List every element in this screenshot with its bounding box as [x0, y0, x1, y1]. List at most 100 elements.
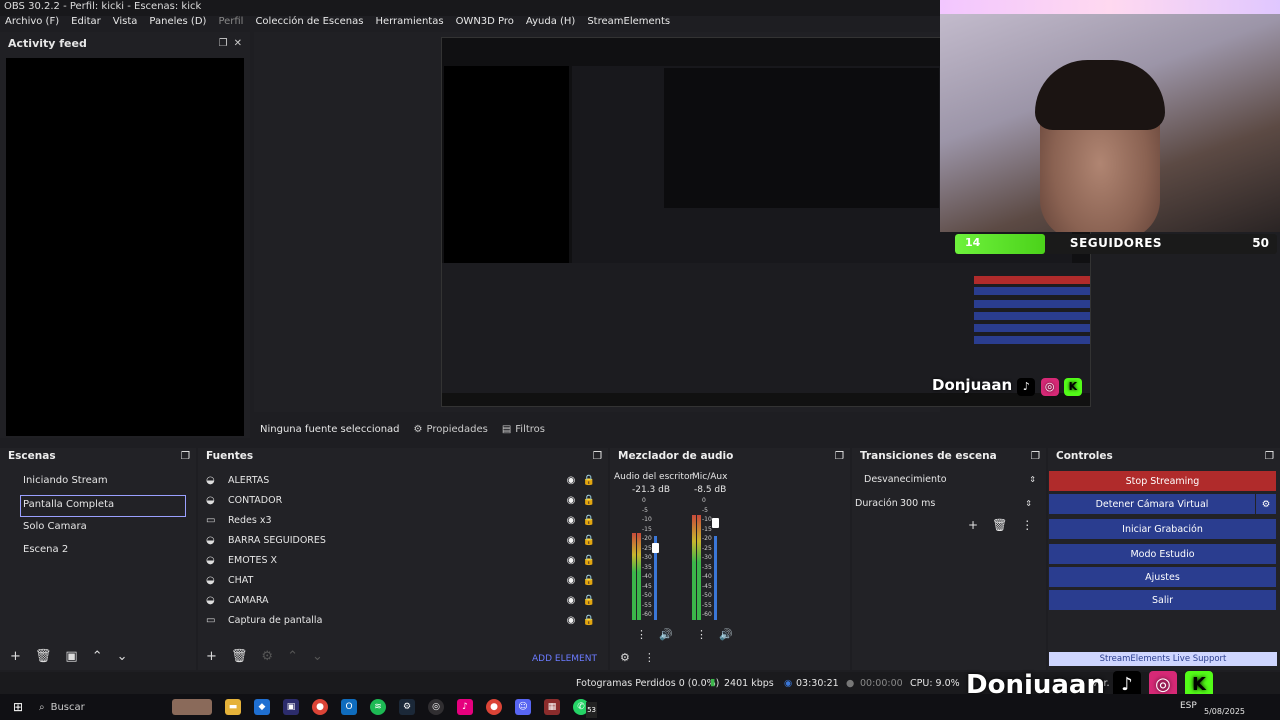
lock-icon[interactable]: 🔒: [580, 575, 598, 586]
visibility-eye-icon[interactable]: ◉: [562, 515, 580, 526]
chrome-icon[interactable]: ●: [312, 699, 328, 715]
menu-item-3[interactable]: Paneles (D): [149, 16, 206, 32]
visibility-eye-icon[interactable]: ◉: [562, 575, 580, 586]
tiktok-studio-icon[interactable]: ♪: [457, 699, 473, 715]
widget-image-icon[interactable]: [172, 699, 212, 715]
visibility-eye-icon[interactable]: ◉: [562, 555, 580, 566]
visibility-eye-icon[interactable]: ◉: [562, 535, 580, 546]
properties-button[interactable]: ⚙ Propiedades: [414, 424, 488, 435]
source-properties-icon[interactable]: ⚙: [261, 649, 273, 664]
source-item[interactable]: ◒ CONTADOR ◉ 🔒: [198, 490, 598, 510]
menu-item-6[interactable]: Herramientas: [375, 16, 443, 32]
channel-2-menu-icon[interactable]: ⋮: [696, 628, 707, 641]
source-item[interactable]: ◒ CAMARA ◉ 🔒: [198, 590, 598, 610]
visibility-eye-icon[interactable]: ◉: [562, 615, 580, 626]
move-down-icon[interactable]: ⌄: [312, 649, 323, 664]
transition-select[interactable]: Desvanecimiento ⇕: [860, 470, 1040, 488]
settings-button[interactable]: Ajustes: [1049, 567, 1276, 587]
menu-item-9[interactable]: StreamElements: [587, 16, 670, 32]
scene-filters-icon[interactable]: ▣: [65, 649, 77, 664]
visibility-eye-icon[interactable]: ◉: [562, 595, 580, 606]
channel-2-speaker-icon[interactable]: 🔊: [719, 628, 733, 641]
source-item[interactable]: ▭ Captura de pantalla ◉ 🔒: [198, 610, 598, 630]
lock-icon[interactable]: 🔒: [580, 535, 598, 546]
stop-streaming-button[interactable]: Stop Streaming: [1049, 471, 1276, 491]
lock-icon[interactable]: 🔒: [580, 595, 598, 606]
menu-item-2[interactable]: Vista: [113, 16, 138, 32]
whatsapp-icon[interactable]: ✆ 53: [573, 699, 597, 718]
windows-start-icon[interactable]: ⊞: [10, 699, 26, 715]
exit-button[interactable]: Salir: [1049, 590, 1276, 610]
undock-icon[interactable]: ❐: [835, 450, 844, 462]
undock-icon[interactable]: ❐: [593, 450, 602, 462]
undock-icon[interactable]: ❐: [219, 38, 228, 49]
transitions-dock: Transiciones de escena ❐ Desvanecimiento…: [852, 448, 1046, 670]
transition-menu-icon[interactable]: ⋮: [1021, 518, 1033, 532]
spotify-icon[interactable]: ≋: [370, 699, 386, 715]
move-up-icon[interactable]: ⌃: [287, 649, 298, 664]
menu-item-0[interactable]: Archivo (F): [5, 16, 59, 32]
remove-source-icon[interactable]: 🗑: [231, 649, 248, 664]
lock-icon[interactable]: 🔒: [580, 495, 598, 506]
lock-icon[interactable]: 🔒: [580, 475, 598, 486]
duration-input[interactable]: 300 ms ⇕: [896, 494, 1036, 512]
lock-icon[interactable]: 🔒: [580, 615, 598, 626]
scene-item[interactable]: Escena 2: [0, 541, 196, 563]
menu-item-7[interactable]: OWN3D Pro: [456, 16, 514, 32]
add-element-button[interactable]: ADD ELEMENT: [532, 654, 597, 664]
discord-icon[interactable]: ☺: [515, 699, 531, 715]
volume-fader-track[interactable]: [714, 535, 717, 620]
volume-fader-knob[interactable]: [712, 518, 719, 529]
lock-icon[interactable]: 🔒: [580, 515, 598, 526]
source-item[interactable]: ◒ EMOTES X ◉ 🔒: [198, 550, 598, 570]
live-support-button[interactable]: StreamElements Live Support: [1049, 652, 1277, 666]
add-transition-icon[interactable]: +: [968, 518, 978, 532]
studio-mode-button[interactable]: Modo Estudio: [1049, 544, 1276, 564]
remove-transition-icon[interactable]: 🗑: [992, 518, 1007, 532]
start-recording-button[interactable]: Iniciar Grabación: [1049, 519, 1276, 539]
taskbar-search[interactable]: ⌕ Buscar: [39, 702, 159, 713]
steam-icon[interactable]: ⚙: [399, 699, 415, 715]
virtual-camera-button[interactable]: Detener Cámara Virtual: [1049, 494, 1255, 514]
outlook-icon[interactable]: O: [341, 699, 357, 715]
source-item[interactable]: ◒ BARRA SEGUIDORES ◉ 🔒: [198, 530, 598, 550]
menu-item-8[interactable]: Ayuda (H): [526, 16, 575, 32]
channel-1-menu-icon[interactable]: ⋮: [636, 628, 647, 641]
menu-item-1[interactable]: Editar: [71, 16, 101, 32]
menu-item-4[interactable]: Perfil: [218, 16, 243, 32]
language-indicator[interactable]: ESP: [1180, 701, 1197, 711]
undock-icon[interactable]: ❐: [181, 450, 190, 462]
undock-icon[interactable]: ❐: [1265, 450, 1274, 462]
volume-fader-knob[interactable]: [652, 543, 659, 554]
clock-date[interactable]: 5/08/2025: [1204, 707, 1245, 716]
chrome-profile-icon[interactable]: ●: [486, 699, 502, 715]
mixer-menu-icon[interactable]: ⋮: [644, 651, 655, 664]
move-up-icon[interactable]: ⌃: [92, 649, 103, 664]
copilot-icon[interactable]: ◆: [254, 699, 270, 715]
mixer-settings-icon[interactable]: ⚙: [620, 651, 630, 664]
lock-icon[interactable]: 🔒: [580, 555, 598, 566]
add-source-icon[interactable]: +: [206, 649, 217, 664]
source-item[interactable]: ▭ Redes x3 ◉ 🔒: [198, 510, 598, 530]
scene-item[interactable]: Pantalla Completa: [20, 495, 186, 517]
channel-1-speaker-icon[interactable]: 🔊: [659, 628, 673, 641]
remove-scene-icon[interactable]: 🗑: [35, 649, 52, 664]
display-icon: ▭: [206, 614, 216, 626]
source-item[interactable]: ◒ ALERTAS ◉ 🔒: [198, 470, 598, 490]
scene-item[interactable]: Solo Camara: [0, 518, 196, 540]
app-icon[interactable]: ▦: [544, 699, 560, 715]
obs-icon[interactable]: ◎: [428, 699, 444, 715]
visibility-eye-icon[interactable]: ◉: [562, 475, 580, 486]
file-explorer-icon[interactable]: ▬: [225, 699, 241, 715]
visibility-eye-icon[interactable]: ◉: [562, 495, 580, 506]
close-icon[interactable]: ✕: [234, 38, 242, 49]
store-icon[interactable]: ▣: [283, 699, 299, 715]
filters-button[interactable]: ▤ Filtros: [502, 424, 545, 435]
scene-item[interactable]: Iniciando Stream: [0, 472, 196, 494]
add-scene-icon[interactable]: +: [10, 649, 21, 664]
undock-icon[interactable]: ❐: [1031, 450, 1040, 462]
virtual-camera-settings-button[interactable]: ⚙: [1256, 494, 1276, 514]
source-item[interactable]: ◒ CHAT ◉ 🔒: [198, 570, 598, 590]
menu-item-5[interactable]: Colección de Escenas: [255, 16, 363, 32]
move-down-icon[interactable]: ⌄: [117, 649, 128, 664]
